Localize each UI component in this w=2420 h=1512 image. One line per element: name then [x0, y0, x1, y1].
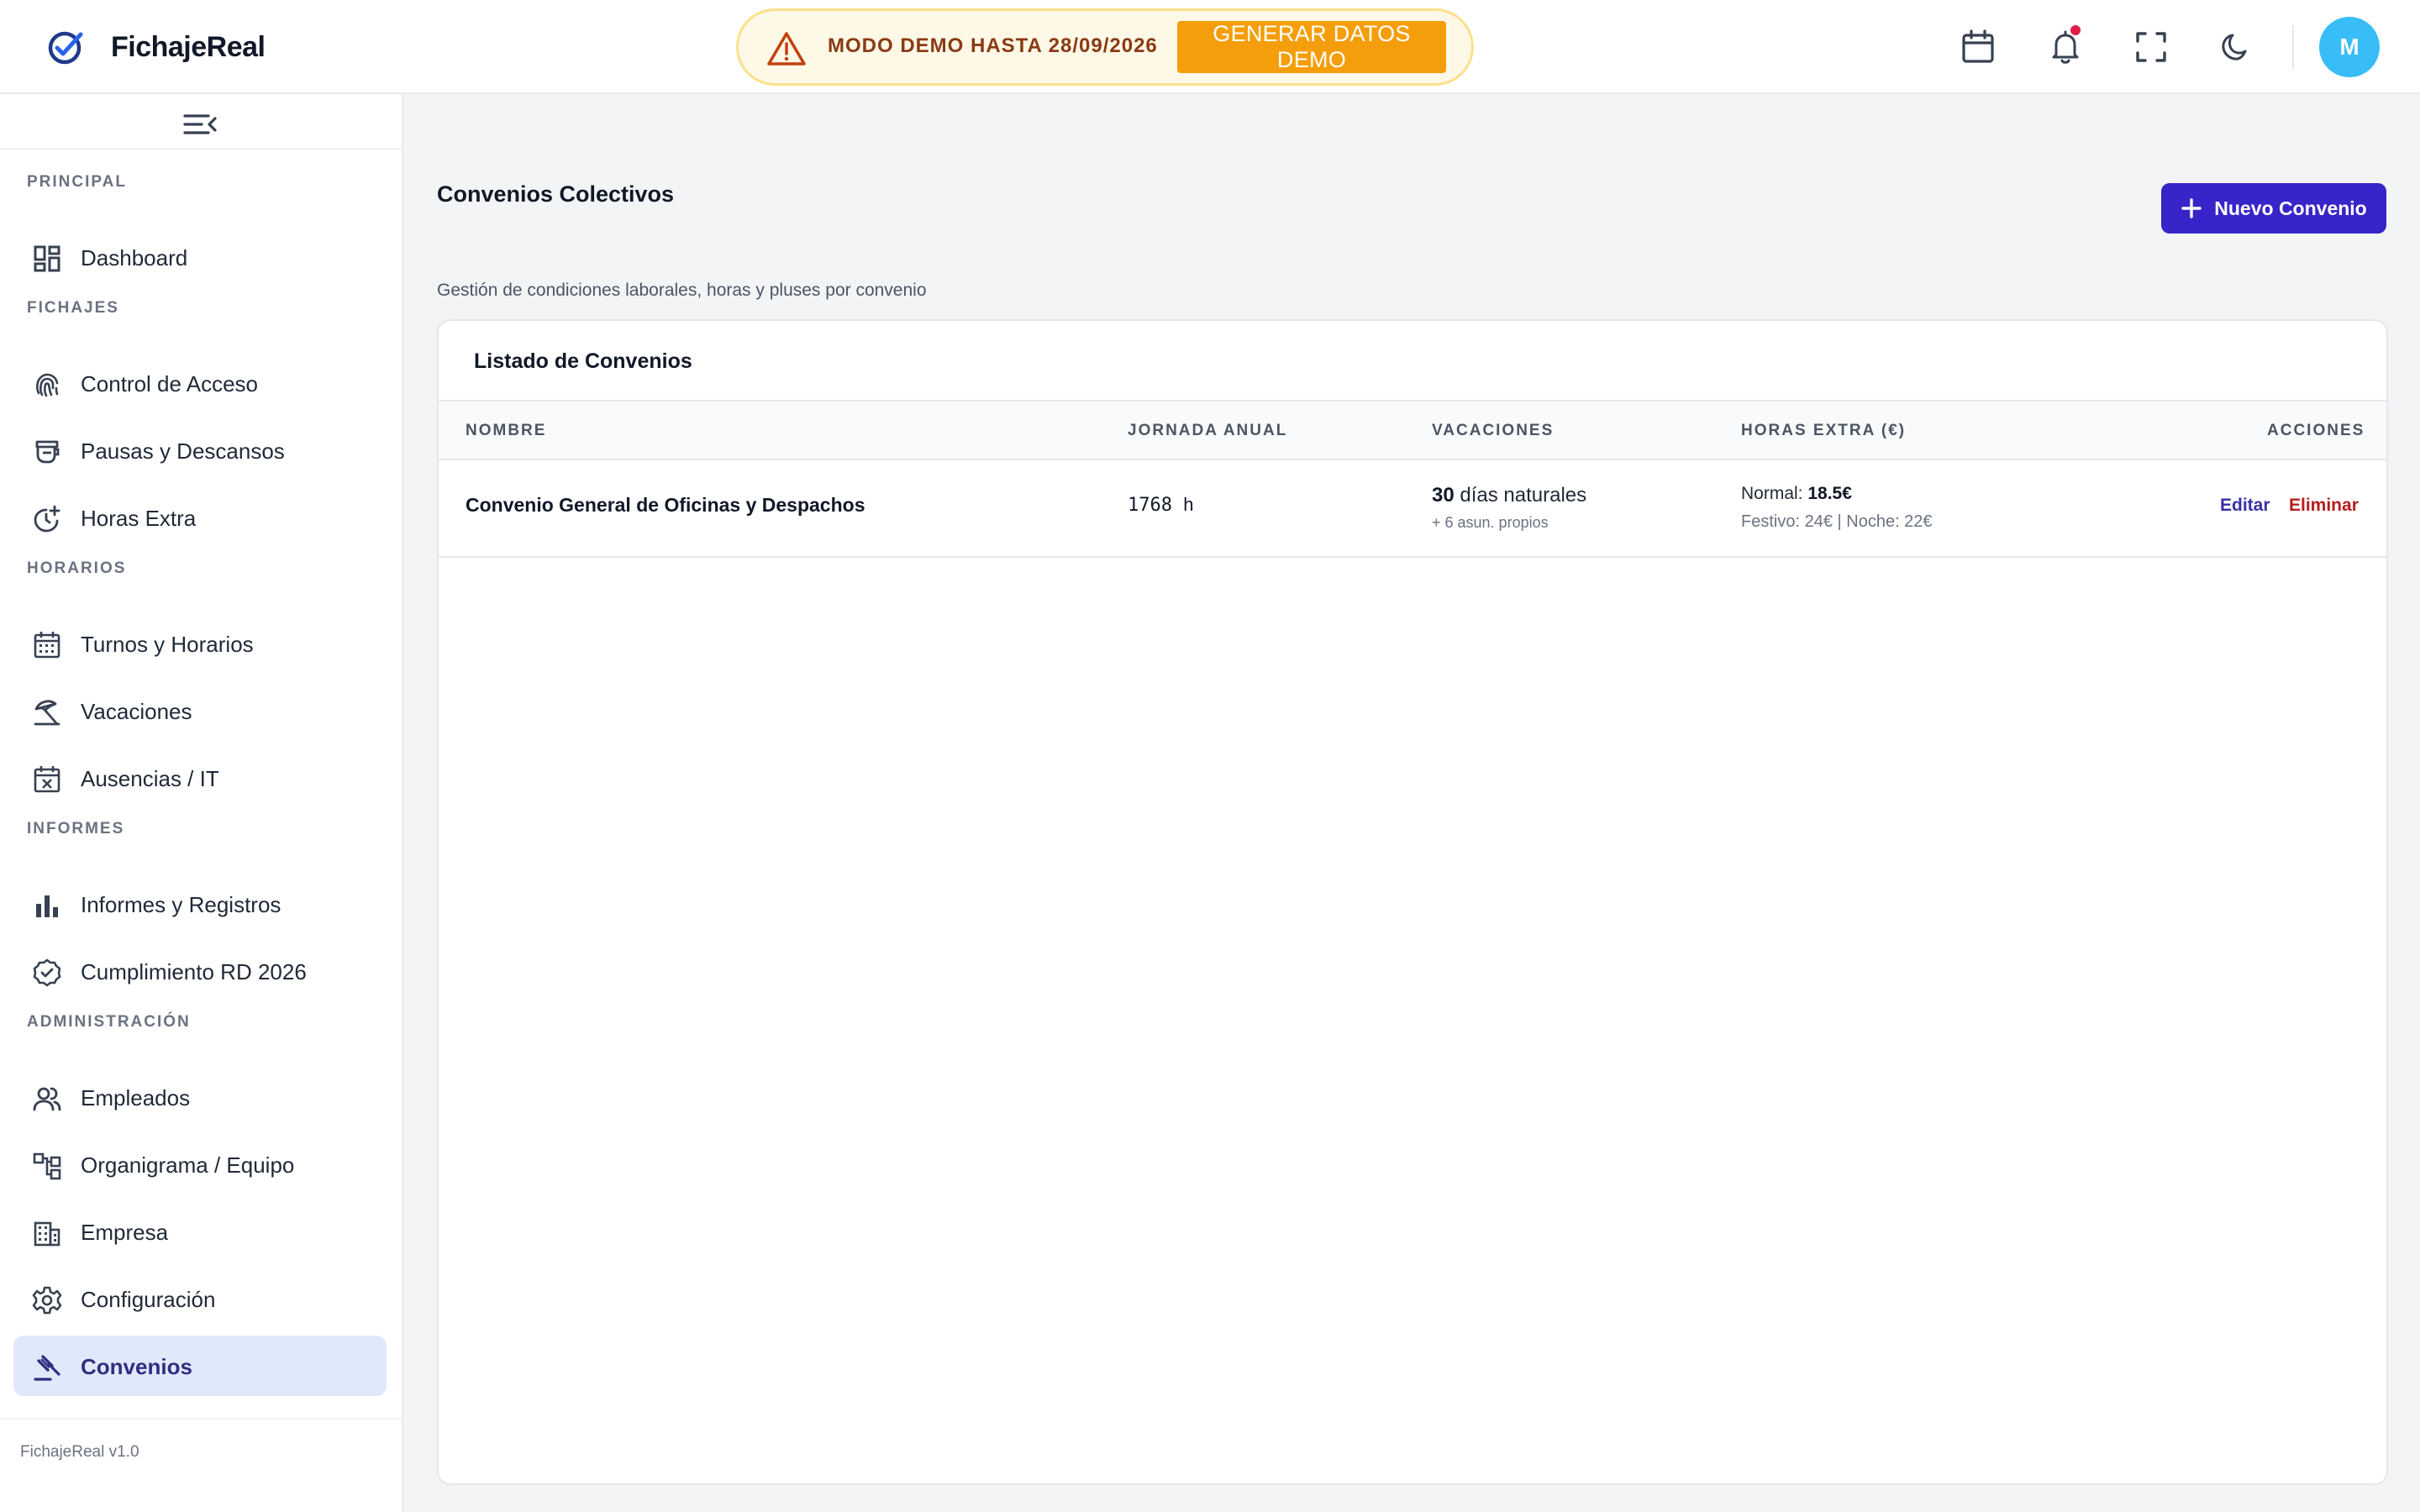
section-principal: PRINCIPAL: [27, 173, 127, 191]
jornada-unit: h: [1183, 494, 1194, 515]
column-header-jornada: JORNADA ANUAL: [1128, 422, 1288, 439]
fingerprint-icon: [32, 370, 62, 400]
top-header: FichajeReal MODO DEMO HASTA 28/09/2026 G…: [0, 0, 2420, 94]
card-title: Listado de Convenios: [474, 349, 692, 373]
column-header-vacaciones: VACACIONES: [1432, 422, 1555, 439]
collapse-sidebar-icon[interactable]: [183, 109, 217, 139]
coffee-cup-icon: [32, 437, 62, 467]
sidebar-item-label: Turnos y Horarios: [81, 632, 254, 657]
sidebar-item-empresa[interactable]: Empresa: [13, 1201, 387, 1262]
table-row: Convenio General de Oficinas y Despachos…: [439, 460, 2386, 558]
section-administracion: ADMINISTRACIÓN: [27, 1013, 191, 1031]
plus-icon: [2181, 198, 2202, 218]
warning-icon: [767, 32, 806, 66]
column-header-nombre: NOMBRE: [466, 422, 547, 439]
clock-plus-icon: [32, 504, 62, 534]
sidebar-item-ausencias[interactable]: Ausencias / IT: [13, 748, 387, 808]
vacaciones-days: 30 días naturales: [1432, 484, 1586, 507]
dashboard-icon: [32, 244, 62, 274]
vacaciones-days-value: 30: [1432, 484, 1455, 507]
brand[interactable]: FichajeReal: [47, 25, 266, 69]
jornada-anual: 1768 h: [1128, 494, 1193, 516]
new-convenio-label: Nuevo Convenio: [2214, 197, 2367, 219]
sidebar-item-label: Ausencias / IT: [81, 766, 219, 791]
sidebar-item-cumplimiento[interactable]: Cumplimiento RD 2026: [13, 941, 387, 1001]
notification-dot: [2070, 25, 2081, 35]
sidebar-item-label: Pausas y Descansos: [81, 438, 285, 464]
brand-name: FichajeReal: [111, 30, 266, 63]
sidebar-item-horas-extra[interactable]: Horas Extra: [13, 487, 387, 548]
column-header-acciones: ACCIONES: [2267, 422, 2365, 439]
page-title: Convenios Colectivos: [437, 181, 675, 207]
table-header: NOMBRE JORNADA ANUAL VACACIONES HORAS EX…: [439, 400, 2386, 460]
sidebar-item-pausas[interactable]: Pausas y Descansos: [13, 420, 387, 480]
sidebar-divider: [0, 148, 402, 150]
sidebar-item-label: Cumplimiento RD 2026: [81, 959, 307, 984]
horas-extra-other: Festivo: 24€ | Noche: 22€: [1741, 512, 1933, 531]
gavel-icon: [32, 1352, 62, 1383]
sidebar: PRINCIPAL Dashboard FICHAJES Control de …: [0, 94, 403, 1512]
sidebar-item-organigrama[interactable]: Organigrama / Equipo: [13, 1134, 387, 1194]
calendar-button[interactable]: [1960, 29, 1996, 66]
sidebar-footer-divider: [0, 1418, 402, 1420]
horas-extra-normal-label: Normal:: [1741, 484, 1803, 503]
building-icon: [32, 1218, 62, 1248]
convenio-name: Convenio General de Oficinas y Despachos: [466, 494, 865, 516]
calendar-grid-icon: [32, 630, 62, 660]
beach-umbrella-icon: [32, 697, 62, 727]
moon-icon: [2222, 34, 2247, 60]
sidebar-item-label: Empleados: [81, 1085, 191, 1110]
bar-chart-icon: [32, 890, 62, 921]
horas-extra-normal-value: 18.5€: [1807, 484, 1852, 503]
generate-demo-data-button[interactable]: GENERAR DATOS DEMO: [1177, 21, 1446, 73]
vacaciones-days-label: días naturales: [1460, 484, 1587, 507]
sidebar-item-convenios[interactable]: Convenios: [13, 1336, 387, 1396]
sidebar-item-label: Vacaciones: [81, 699, 192, 724]
sidebar-item-label: Dashboard: [81, 245, 188, 270]
calendar-x-icon: [32, 764, 62, 795]
dark-mode-button[interactable]: [2217, 29, 2254, 66]
verified-badge-icon: [32, 958, 62, 988]
jornada-value: 1768: [1128, 495, 1172, 516]
fullscreen-button[interactable]: [2133, 29, 2170, 66]
sidebar-item-label: Informes y Registros: [81, 892, 281, 917]
convenios-card: Listado de Convenios NOMBRE JORNADA ANUA…: [437, 319, 2388, 1485]
sidebar-item-control-acceso[interactable]: Control de Acceso: [13, 353, 387, 413]
notifications-button[interactable]: [2047, 25, 2084, 66]
sidebar-item-informes[interactable]: Informes y Registros: [13, 874, 387, 934]
edit-link[interactable]: Editar: [2220, 496, 2270, 516]
calendar-icon: [1962, 29, 1994, 63]
sidebar-item-label: Organigrama / Equipo: [81, 1152, 295, 1178]
gear-icon: [32, 1285, 62, 1315]
sidebar-item-empleados[interactable]: Empleados: [13, 1067, 387, 1127]
sidebar-item-turnos[interactable]: Turnos y Horarios: [13, 613, 387, 674]
demo-mode-banner: MODO DEMO HASTA 28/09/2026 GENERAR DATOS…: [736, 8, 1474, 86]
app-version: FichajeReal v1.0: [20, 1443, 139, 1461]
section-fichajes: FICHAJES: [27, 299, 119, 317]
new-convenio-button[interactable]: Nuevo Convenio: [2161, 183, 2386, 234]
vacaciones-extra: + 6 asun. propios: [1432, 514, 1549, 531]
horas-extra-normal: Normal: 18.5€: [1741, 484, 1852, 504]
section-horarios: HORARIOS: [27, 559, 127, 577]
sidebar-item-label: Empresa: [81, 1220, 169, 1245]
sidebar-item-vacaciones[interactable]: Vacaciones: [13, 680, 387, 741]
page-subtitle: Gestión de condiciones laborales, horas …: [437, 281, 927, 300]
org-chart-icon: [32, 1151, 62, 1181]
fullscreen-icon: [2136, 32, 2166, 62]
users-icon: [32, 1084, 62, 1114]
sidebar-item-label: Horas Extra: [81, 506, 197, 531]
sidebar-item-label: Convenios: [81, 1354, 192, 1379]
delete-link[interactable]: Eliminar: [2289, 496, 2359, 516]
section-informes: INFORMES: [27, 820, 125, 837]
check-circle-logo-icon: [48, 31, 83, 65]
sidebar-item-label: Configuración: [81, 1287, 216, 1312]
sidebar-item-configuracion[interactable]: Configuración: [13, 1268, 387, 1329]
demo-mode-text: MODO DEMO HASTA 28/09/2026: [828, 34, 1158, 57]
sidebar-item-label: Control de Acceso: [81, 371, 259, 396]
user-avatar[interactable]: M: [2319, 17, 2380, 77]
column-header-horas-extra: HORAS EXTRA (€): [1741, 422, 1907, 439]
sidebar-item-dashboard[interactable]: Dashboard: [13, 227, 387, 287]
header-divider: [2292, 25, 2294, 69]
